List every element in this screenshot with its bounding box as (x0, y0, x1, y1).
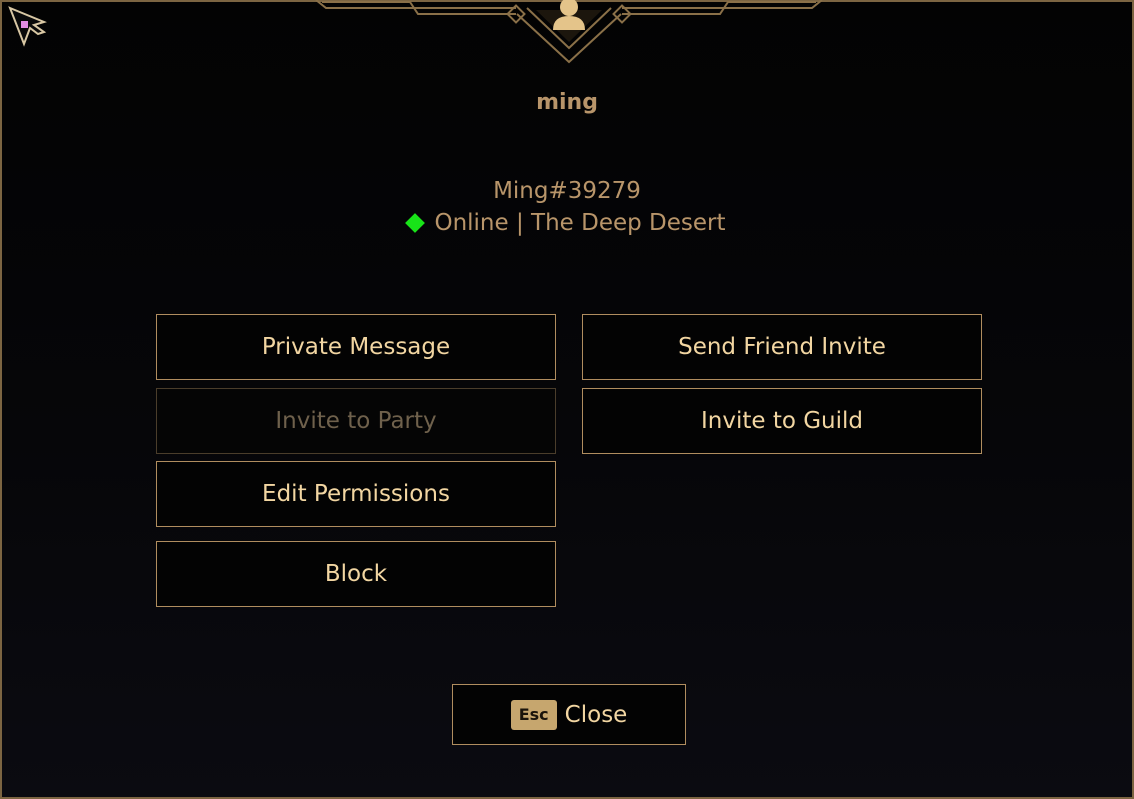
edit-permissions-label: Edit Permissions (262, 481, 450, 507)
private-message-button[interactable]: Private Message (156, 314, 556, 380)
invite-to-guild-label: Invite to Guild (700, 408, 864, 434)
player-status-text: Online | The Deep Desert (434, 210, 726, 236)
block-label: Block (324, 561, 388, 587)
player-status: Online | The Deep Desert (2, 210, 1132, 236)
private-message-label: Private Message (261, 334, 451, 360)
invite-to-party-button[interactable]: Invite to Party (156, 388, 556, 454)
block-button[interactable]: Block (156, 541, 556, 607)
invite-to-guild-button[interactable]: Invite to Guild (582, 388, 982, 454)
player-name: ming (536, 90, 598, 115)
player-tag: Ming#39279 (493, 178, 641, 204)
header-ornament (315, 0, 823, 64)
send-friend-invite-button[interactable]: Send Friend Invite (582, 314, 982, 380)
player-profile-window: ming Ming#39279 Online | The Deep Desert… (0, 0, 1134, 799)
close-label: Close (564, 701, 628, 728)
online-diamond-icon (405, 213, 426, 233)
send-friend-invite-label: Send Friend Invite (678, 334, 886, 360)
edit-permissions-button[interactable]: Edit Permissions (156, 461, 556, 527)
esc-key-badge: Esc (510, 699, 557, 730)
arrow-cursor-icon (8, 6, 47, 47)
close-button[interactable]: Esc Close (452, 684, 686, 745)
invite-to-party-label: Invite to Party (275, 408, 437, 434)
